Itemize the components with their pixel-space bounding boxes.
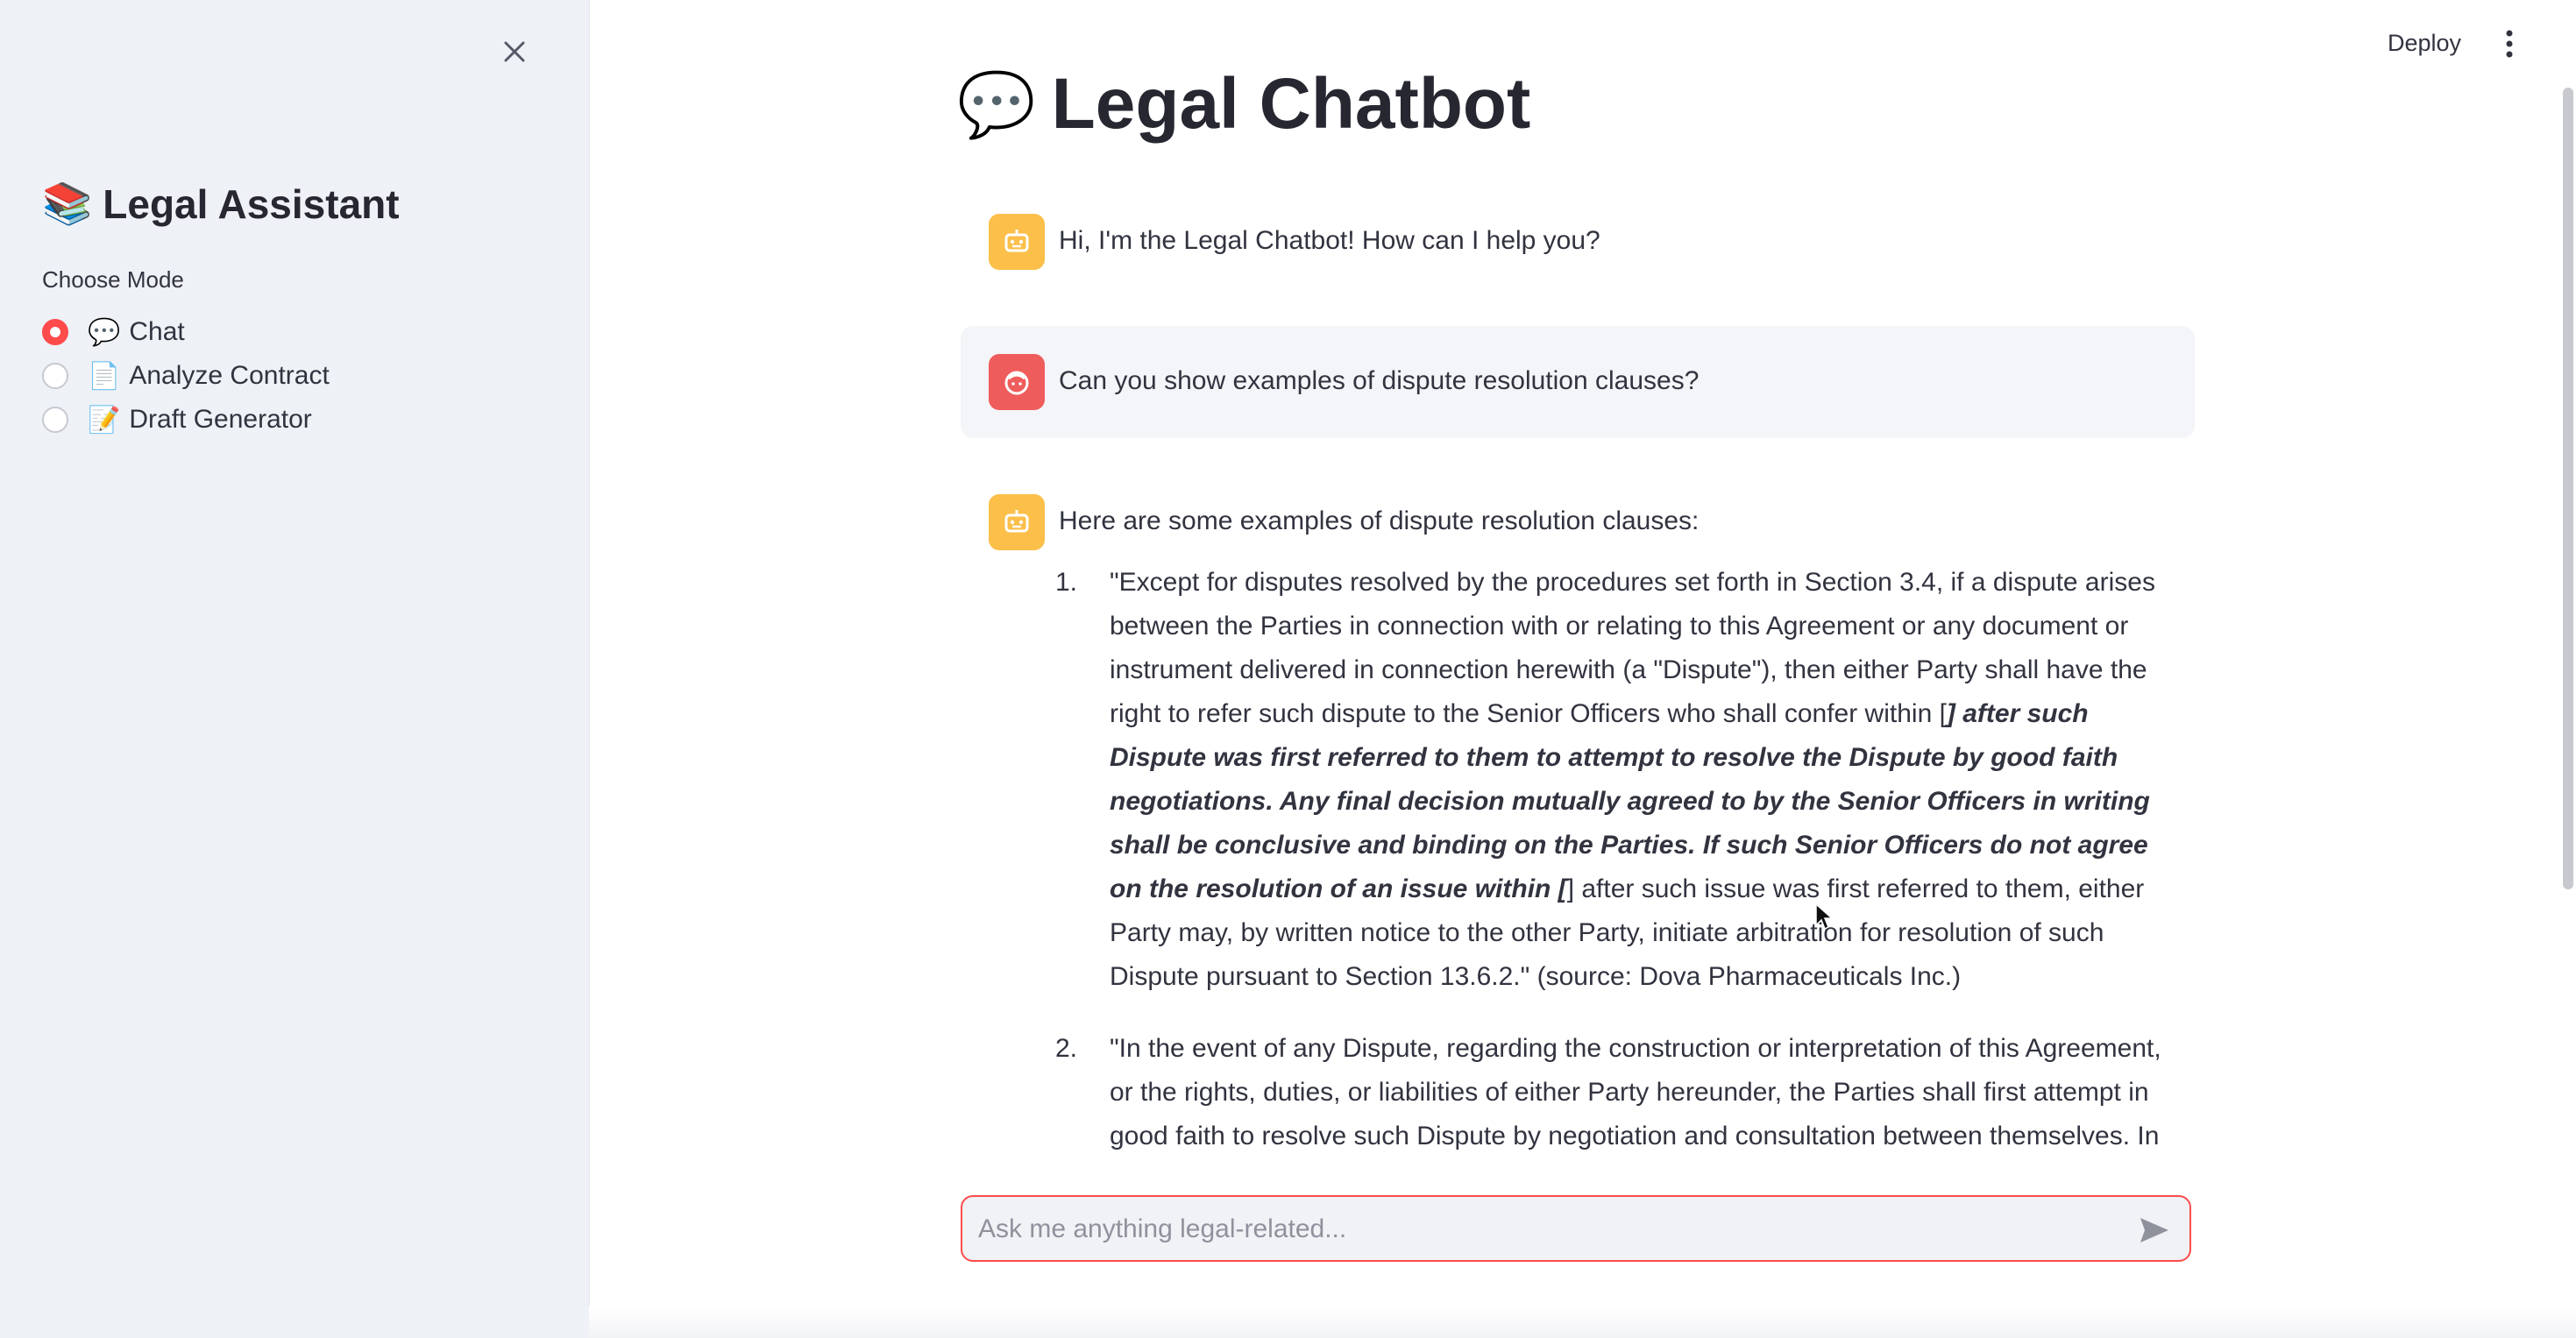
page-title: 💬 Legal Chatbot <box>957 63 1530 145</box>
list-item: 2. "In the event of any Dispute, regardi… <box>1055 1027 2186 1158</box>
scrollbar[interactable] <box>2563 88 2573 889</box>
close-sidebar-button[interactable] <box>491 28 538 75</box>
list-item-number: 1. <box>1055 568 1078 597</box>
mode-option-label: Analyze Contract <box>129 361 330 390</box>
radio-draft-generator[interactable] <box>42 407 68 433</box>
deploy-button[interactable]: Deploy <box>2388 30 2461 57</box>
send-icon[interactable] <box>2137 1213 2172 1248</box>
speech-bubble-icon: 💬 <box>957 69 1036 140</box>
mode-radio-group: 💬 Chat 📄 Analyze Contract 📝 Draft Genera… <box>42 310 330 442</box>
mode-option-label: Draft Generator <box>129 405 312 434</box>
list-item-text: "In the event of any Dispute, regarding … <box>1110 1034 2161 1150</box>
list-item-number: 2. <box>1055 1034 1078 1063</box>
mode-label: Choose Mode <box>42 266 184 293</box>
radio-chat[interactable] <box>42 319 68 345</box>
radio-analyze-contract[interactable] <box>42 363 68 389</box>
answer-list: 1. "Except for disputes resolved by the … <box>1055 561 2186 1186</box>
mode-option-label: Chat <box>129 317 185 346</box>
bot-avatar <box>989 214 1045 270</box>
chat-input-container[interactable] <box>961 1195 2191 1262</box>
list-item-text: "Except for disputes resolved by the pro… <box>1110 561 2186 999</box>
mode-option-analyze-contract[interactable]: 📄 Analyze Contract <box>42 354 330 398</box>
mode-option-draft-generator[interactable]: 📝 Draft Generator <box>42 398 330 442</box>
sidebar-title: 📚 Legal Assistant <box>42 180 400 228</box>
robot-icon <box>1004 230 1029 252</box>
clause-text-emphasis: ] after such Dispute was first referred … <box>1110 699 2150 903</box>
bottom-fade <box>589 1306 2576 1338</box>
mouse-cursor-icon <box>1815 903 1834 931</box>
document-icon: 📄 <box>88 361 121 391</box>
bot-avatar <box>989 494 1045 550</box>
memo-icon: 📝 <box>88 405 121 435</box>
chat-message-assistant: Here are some examples of dispute resolu… <box>961 494 2195 550</box>
message-text: Here are some examples of dispute resolu… <box>1059 506 1700 535</box>
mode-option-chat[interactable]: 💬 Chat <box>42 310 330 354</box>
list-item: 1. "Except for disputes resolved by the … <box>1055 561 2186 999</box>
message-text: Can you show examples of dispute resolut… <box>1059 366 1700 395</box>
user-avatar <box>989 354 1045 410</box>
books-icon: 📚 <box>42 181 93 226</box>
chat-message-assistant: Hi, I'm the Legal Chatbot! How can I hel… <box>961 214 2195 270</box>
vertical-dots-icon[interactable] <box>2498 26 2521 61</box>
close-icon <box>504 41 525 62</box>
chat-message-user: Can you show examples of dispute resolut… <box>961 326 2195 438</box>
sidebar: 📚 Legal Assistant Choose Mode 💬 Chat 📄 A… <box>0 0 590 1338</box>
speech-bubble-icon: 💬 <box>88 317 121 347</box>
user-face-icon <box>1004 371 1029 395</box>
sidebar-title-text: Legal Assistant <box>103 181 400 227</box>
page-title-text: Legal Chatbot <box>1051 64 1531 144</box>
chat-input[interactable] <box>976 1197 2119 1262</box>
robot-icon <box>1004 510 1029 533</box>
message-text: Hi, I'm the Legal Chatbot! How can I hel… <box>1059 226 1600 255</box>
